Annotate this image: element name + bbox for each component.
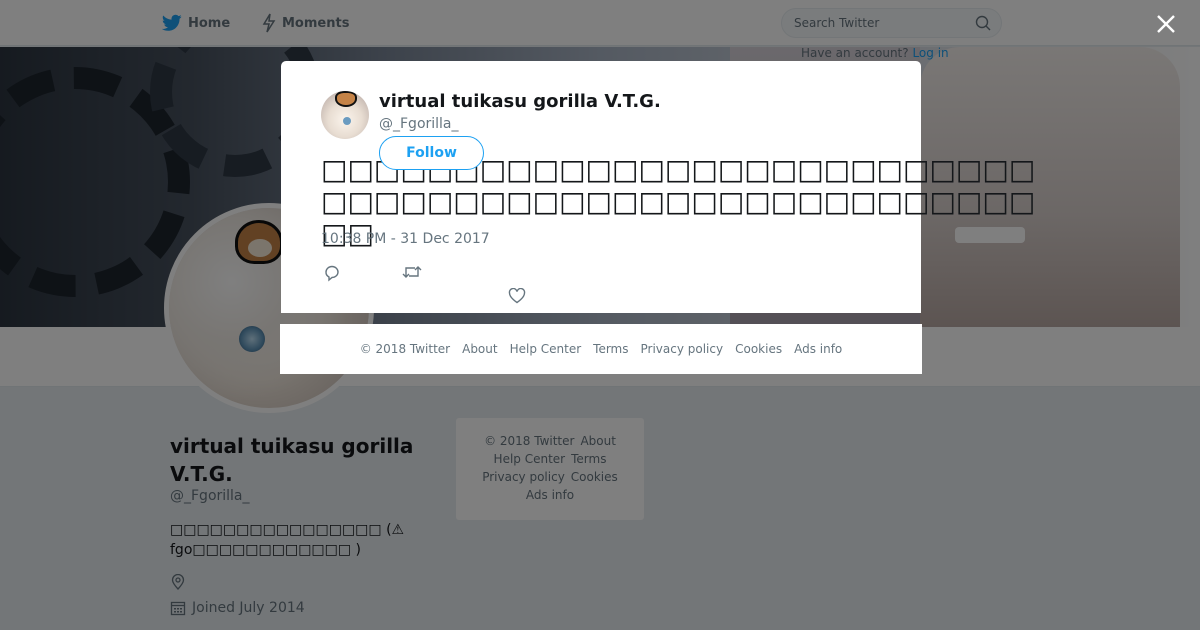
follow-button[interactable]: Follow (379, 136, 484, 170)
avatar-art (343, 117, 351, 125)
close-button[interactable] (1152, 10, 1180, 38)
reply-icon (325, 265, 339, 282)
modal-footer: © 2018 Twitter About Help Center Terms P… (280, 324, 922, 374)
tweet-author-handle[interactable]: @_Fgorilla_ (379, 116, 459, 132)
heart-icon (508, 288, 526, 304)
retweet-button[interactable] (402, 264, 422, 280)
tweet-modal: virtual tuikasu gorilla V.T.G. @_Fgorill… (281, 61, 1035, 313)
retweet-icon (402, 266, 422, 278)
footer-link-help[interactable]: Help Center (510, 342, 582, 356)
avatar-art (335, 91, 357, 107)
tweet-author-name[interactable]: virtual tuikasu gorilla V.T.G. (379, 91, 661, 112)
footer-link-cookies[interactable]: Cookies (735, 342, 782, 356)
footer-link-about[interactable]: About (462, 342, 497, 356)
reply-button[interactable] (323, 264, 341, 282)
close-icon (1157, 15, 1175, 33)
tweet-author-avatar[interactable] (321, 91, 369, 139)
footer-link-ads[interactable]: Ads info (794, 342, 842, 356)
footer-link-privacy[interactable]: Privacy policy (641, 342, 724, 356)
like-button[interactable] (508, 288, 526, 304)
footer-copyright: © 2018 Twitter (359, 342, 451, 356)
tweet-timestamp[interactable]: 10:38 PM - 31 Dec 2017 (321, 231, 490, 247)
footer-link-terms[interactable]: Terms (593, 342, 628, 356)
